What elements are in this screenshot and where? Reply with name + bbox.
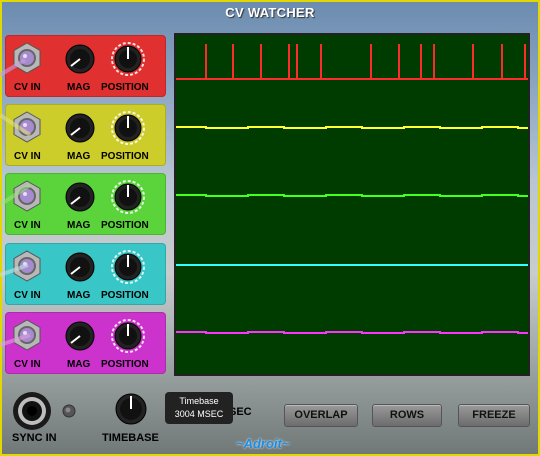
position-label: POSITION (101, 82, 149, 93)
timebase-label: TIMEBASE (102, 432, 159, 444)
sync-led (62, 404, 76, 418)
trace-channel-1 (176, 44, 528, 80)
brand-logo: ~Adroit~ (236, 436, 290, 451)
position-knob[interactable] (111, 250, 145, 284)
freeze-button[interactable]: FREEZE (458, 404, 530, 427)
tooltip-value: 3004 MSEC (174, 409, 224, 419)
mag-label: MAG (67, 220, 91, 231)
patch-cables (0, 58, 32, 347)
mag-knob[interactable] (65, 321, 95, 351)
mag-label: MAG (67, 359, 91, 370)
tooltip-title: Timebase (179, 396, 219, 406)
module-title: CV WATCHER (225, 5, 315, 20)
cv-watcher-panel: CV WATCHER CV IN MAG POSITION CV IN MAG … (0, 0, 540, 456)
rows-button[interactable]: ROWS (372, 404, 442, 427)
position-label: POSITION (101, 220, 149, 231)
mag-knob[interactable] (65, 113, 95, 143)
mag-knob[interactable] (65, 44, 95, 74)
sync-in-label: SYNC IN (12, 432, 57, 444)
mag-knob[interactable] (65, 182, 95, 212)
position-label: POSITION (101, 359, 149, 370)
mag-label: MAG (67, 290, 91, 301)
position-knob[interactable] (111, 111, 145, 145)
position-label: POSITION (101, 290, 149, 301)
sync-in-jack[interactable] (12, 391, 52, 431)
trace-channel-5 (176, 331, 528, 334)
scope-traces (176, 44, 528, 334)
overlap-button[interactable]: OVERLAP (284, 404, 358, 427)
scope-display (174, 33, 530, 376)
mag-label: MAG (67, 82, 91, 93)
trace-channel-2 (176, 126, 528, 129)
timebase-knob[interactable] (115, 393, 147, 425)
position-knob[interactable] (111, 319, 145, 353)
mag-label: MAG (67, 151, 91, 162)
position-knob[interactable] (111, 42, 145, 76)
trace-channel-3 (176, 194, 528, 197)
mag-knob[interactable] (65, 252, 95, 282)
timebase-tooltip: Timebase 3004 MSEC (165, 392, 233, 424)
cv-in-label: CV IN (14, 359, 41, 370)
position-knob[interactable] (111, 180, 145, 214)
position-label: POSITION (101, 151, 149, 162)
